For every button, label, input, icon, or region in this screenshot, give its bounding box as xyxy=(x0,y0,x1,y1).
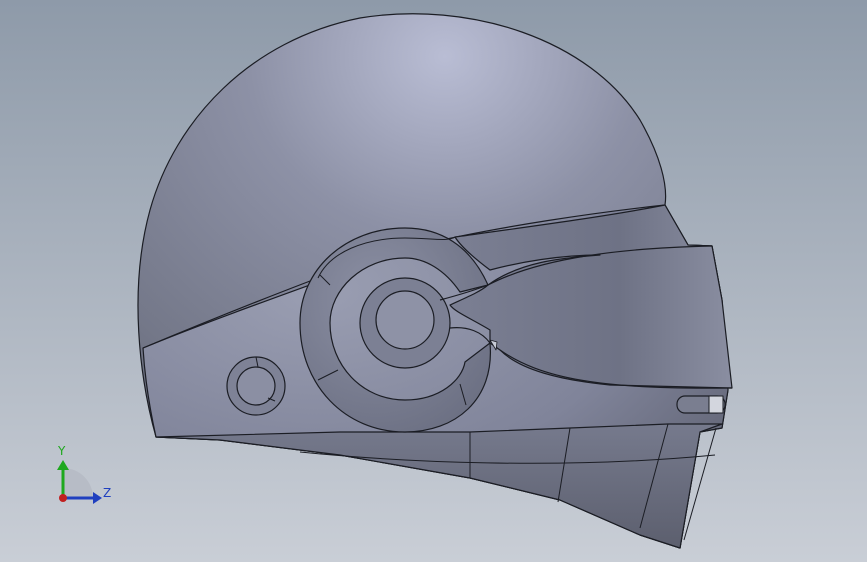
z-axis-label: Z xyxy=(103,486,111,500)
model-scene[interactable]: Y Z xyxy=(0,0,867,562)
x-axis-origin xyxy=(59,494,67,502)
visor-latch-tab[interactable] xyxy=(708,395,724,414)
graphics-viewport[interactable]: Y Z xyxy=(0,0,867,562)
y-axis-label: Y xyxy=(57,444,66,458)
pivot-hub-inner[interactable] xyxy=(375,290,435,350)
vent-button-inner[interactable] xyxy=(236,366,276,406)
